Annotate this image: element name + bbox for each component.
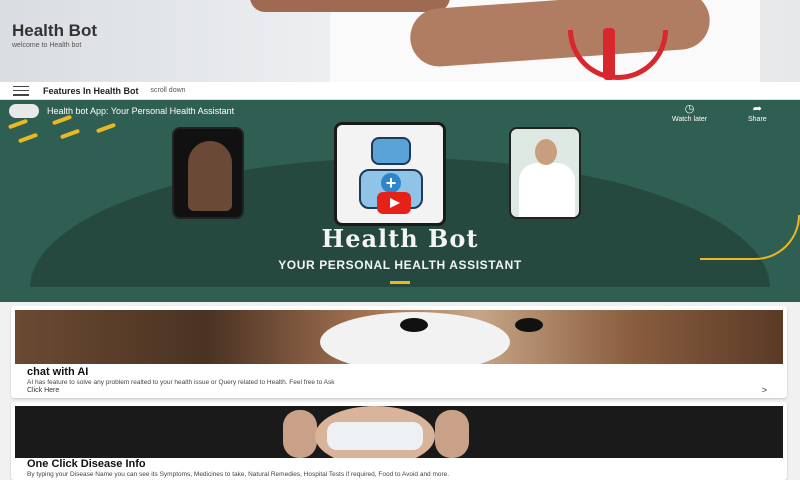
robot-head-image — [371, 137, 411, 165]
click-here-link[interactable]: Click Here — [27, 387, 59, 394]
app-root: Health Bot welcome to Health bot Feature… — [0, 0, 800, 480]
toolbar-hint: scroll down — [150, 87, 186, 94]
play-icon[interactable] — [377, 192, 411, 214]
share-icon: ➦ — [752, 103, 762, 115]
hamburger-icon[interactable] — [13, 85, 29, 96]
hero-subtitle: welcome to Health bot — [12, 42, 82, 49]
channel-avatar[interactable] — [9, 104, 39, 118]
athlete-image — [188, 141, 232, 211]
video-title[interactable]: Health bot App: Your Personal Health Ass… — [47, 106, 234, 116]
video-accent-bar — [390, 281, 410, 284]
medical-cross-icon: + — [381, 173, 401, 193]
share-label: Share — [748, 116, 767, 123]
decor-dash — [7, 118, 29, 130]
hero-banner: Health Bot welcome to Health bot — [0, 0, 800, 82]
decor-dash — [17, 132, 39, 144]
phone-doctor-image — [509, 127, 581, 219]
watch-later-label: Watch later — [672, 116, 708, 123]
chat-ai-image — [15, 310, 783, 364]
robot-eye — [515, 318, 543, 332]
hand-image — [283, 410, 317, 458]
hero-title: Health Bot — [12, 21, 97, 40]
video-bottom-strip — [0, 287, 800, 302]
feature-description: By typing your Disease Name you can see … — [27, 471, 450, 478]
doctor-face-image — [535, 139, 557, 165]
decor-dash — [51, 114, 73, 126]
feature-description: AI has feature to solve any problem real… — [27, 379, 335, 386]
phone-fitness-image — [172, 127, 244, 219]
chevron-right-icon[interactable]: > — [762, 385, 767, 395]
feature-card-chat-ai[interactable]: chat with AI AI has feature to solve any… — [11, 306, 787, 398]
feature-card-disease-info[interactable]: One Click Disease Info By typing your Di… — [11, 402, 787, 480]
decor-dash — [95, 122, 117, 134]
share-button[interactable]: ➦ Share — [748, 103, 767, 124]
video-brand-title: Health Bot — [321, 224, 479, 253]
clock-icon: ◷ — [684, 103, 695, 115]
robot-eye — [400, 318, 428, 332]
disease-info-image — [15, 406, 783, 458]
hand-image — [435, 410, 469, 458]
face-mask-image — [327, 422, 423, 450]
feature-title: One Click Disease Info — [27, 458, 146, 470]
toolbar-title: Features In Health Bot — [43, 85, 139, 96]
doctor-coat-image — [519, 163, 575, 217]
decor-dash — [59, 128, 81, 140]
feature-title: chat with AI — [27, 366, 89, 378]
watch-later-button[interactable]: ◷ Watch later — [672, 103, 708, 124]
hero-image-arm — [250, 0, 450, 12]
video-tagline: YOUR PERSONAL HEALTH ASSISTANT — [278, 258, 522, 272]
stethoscope-tube-image — [603, 28, 615, 80]
features-toolbar: Features In Health Bot scroll down — [0, 82, 800, 100]
